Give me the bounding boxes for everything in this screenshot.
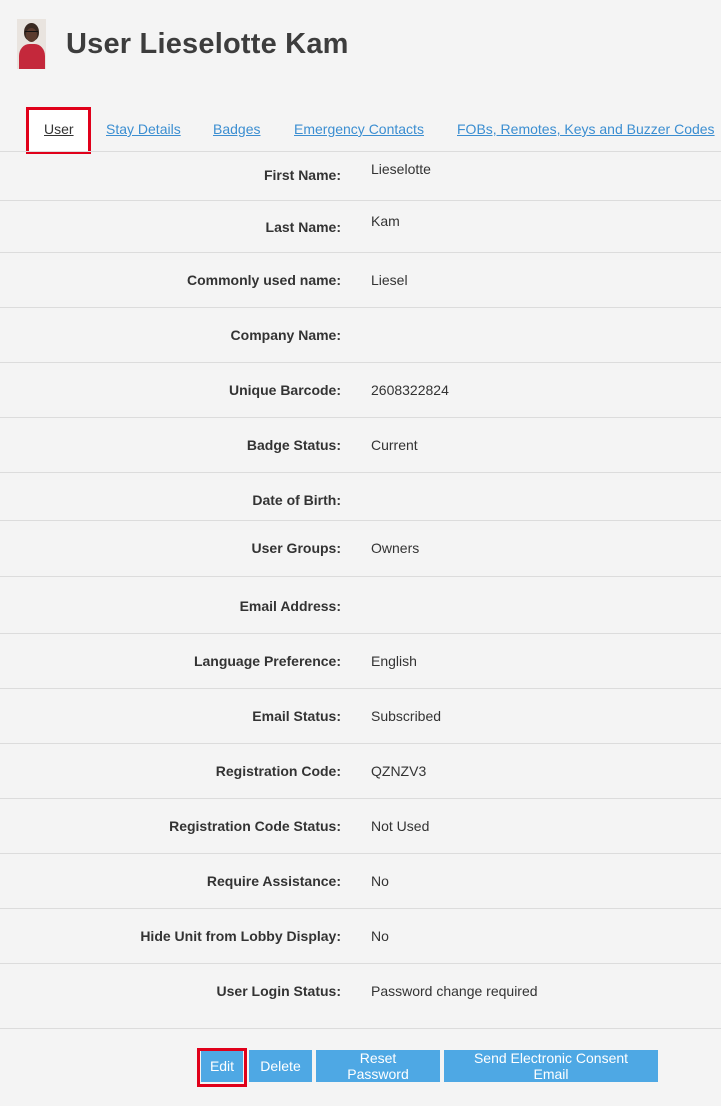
field-value: Current (371, 437, 418, 453)
table-row: First Name: Lieselotte (0, 150, 721, 201)
tab-emergency-contacts[interactable]: Emergency Contacts (294, 121, 424, 137)
avatar (17, 19, 46, 69)
field-label: Commonly used name: (186, 272, 341, 288)
table-row: Company Name: (0, 308, 721, 363)
reset-password-button[interactable]: Reset Password (316, 1050, 440, 1082)
page-header: User Lieselotte Kam (17, 19, 349, 69)
tab-bar: User Stay Details Badges Emergency Conta… (0, 108, 721, 152)
field-label: Email Address: (239, 598, 341, 614)
field-label: Badge Status: (246, 437, 341, 453)
field-value: 2608322824 (371, 382, 449, 398)
field-label: Registration Code Status: (169, 818, 341, 834)
table-row: Language Preference: English (0, 634, 721, 689)
field-value: No (371, 873, 389, 889)
field-label: Date of Birth: (252, 492, 341, 508)
field-label: Require Assistance: (206, 873, 341, 889)
table-row: Date of Birth: (0, 473, 721, 521)
table-row: User Groups: Owners (0, 521, 721, 577)
field-label: Unique Barcode: (228, 382, 341, 398)
table-row: Hide Unit from Lobby Display: No (0, 909, 721, 964)
field-value: Password change required (371, 983, 538, 999)
field-label: Language Preference: (193, 653, 341, 669)
field-label: Hide Unit from Lobby Display: (140, 928, 341, 944)
delete-button[interactable]: Delete (249, 1050, 312, 1082)
send-consent-email-button[interactable]: Send Electronic Consent Email (444, 1050, 658, 1082)
field-label: Last Name: (265, 219, 341, 235)
table-row: Registration Code: QZNZV3 (0, 744, 721, 799)
field-value: QZNZV3 (371, 763, 427, 779)
table-row: Unique Barcode: 2608322824 (0, 363, 721, 418)
field-label: Company Name: (230, 327, 341, 343)
field-value: Owners (371, 540, 420, 556)
field-label: User Groups: (251, 540, 341, 556)
table-row: Last Name: Kam (0, 201, 721, 253)
table-row: User Login Status: Password change requi… (0, 964, 721, 1028)
table-row: Badge Status: Current (0, 418, 721, 473)
field-value: Liesel (371, 272, 408, 288)
tab-stay-details[interactable]: Stay Details (106, 121, 181, 137)
field-value: English (371, 653, 417, 669)
tab-badges[interactable]: Badges (213, 121, 260, 137)
field-label: Email Status: (252, 708, 341, 724)
table-row: Email Status: Subscribed (0, 689, 721, 744)
field-label: First Name: (263, 167, 341, 183)
table-row: Registration Code Status: Not Used (0, 799, 721, 854)
field-label: Registration Code: (215, 763, 341, 779)
field-value: Not Used (371, 818, 430, 834)
table-row: Commonly used name: Liesel (0, 253, 721, 308)
field-value: Kam (371, 213, 400, 229)
user-details: First Name: Lieselotte Last Name: Kam Co… (0, 150, 721, 1028)
tab-fobs-remotes-keys[interactable]: FOBs, Remotes, Keys and Buzzer Codes (457, 121, 715, 137)
field-value: Subscribed (371, 708, 442, 724)
action-bar: Edit Delete Reset Password Send Electron… (0, 1028, 721, 1106)
edit-button-highlight (197, 1048, 247, 1087)
table-row: Require Assistance: No (0, 854, 721, 909)
tab-user[interactable]: User (44, 121, 74, 137)
field-value: No (371, 928, 389, 944)
field-label: User Login Status: (216, 983, 341, 999)
page-title: User Lieselotte Kam (66, 27, 349, 60)
field-value: Lieselotte (371, 161, 431, 177)
table-row: Email Address: (0, 577, 721, 634)
